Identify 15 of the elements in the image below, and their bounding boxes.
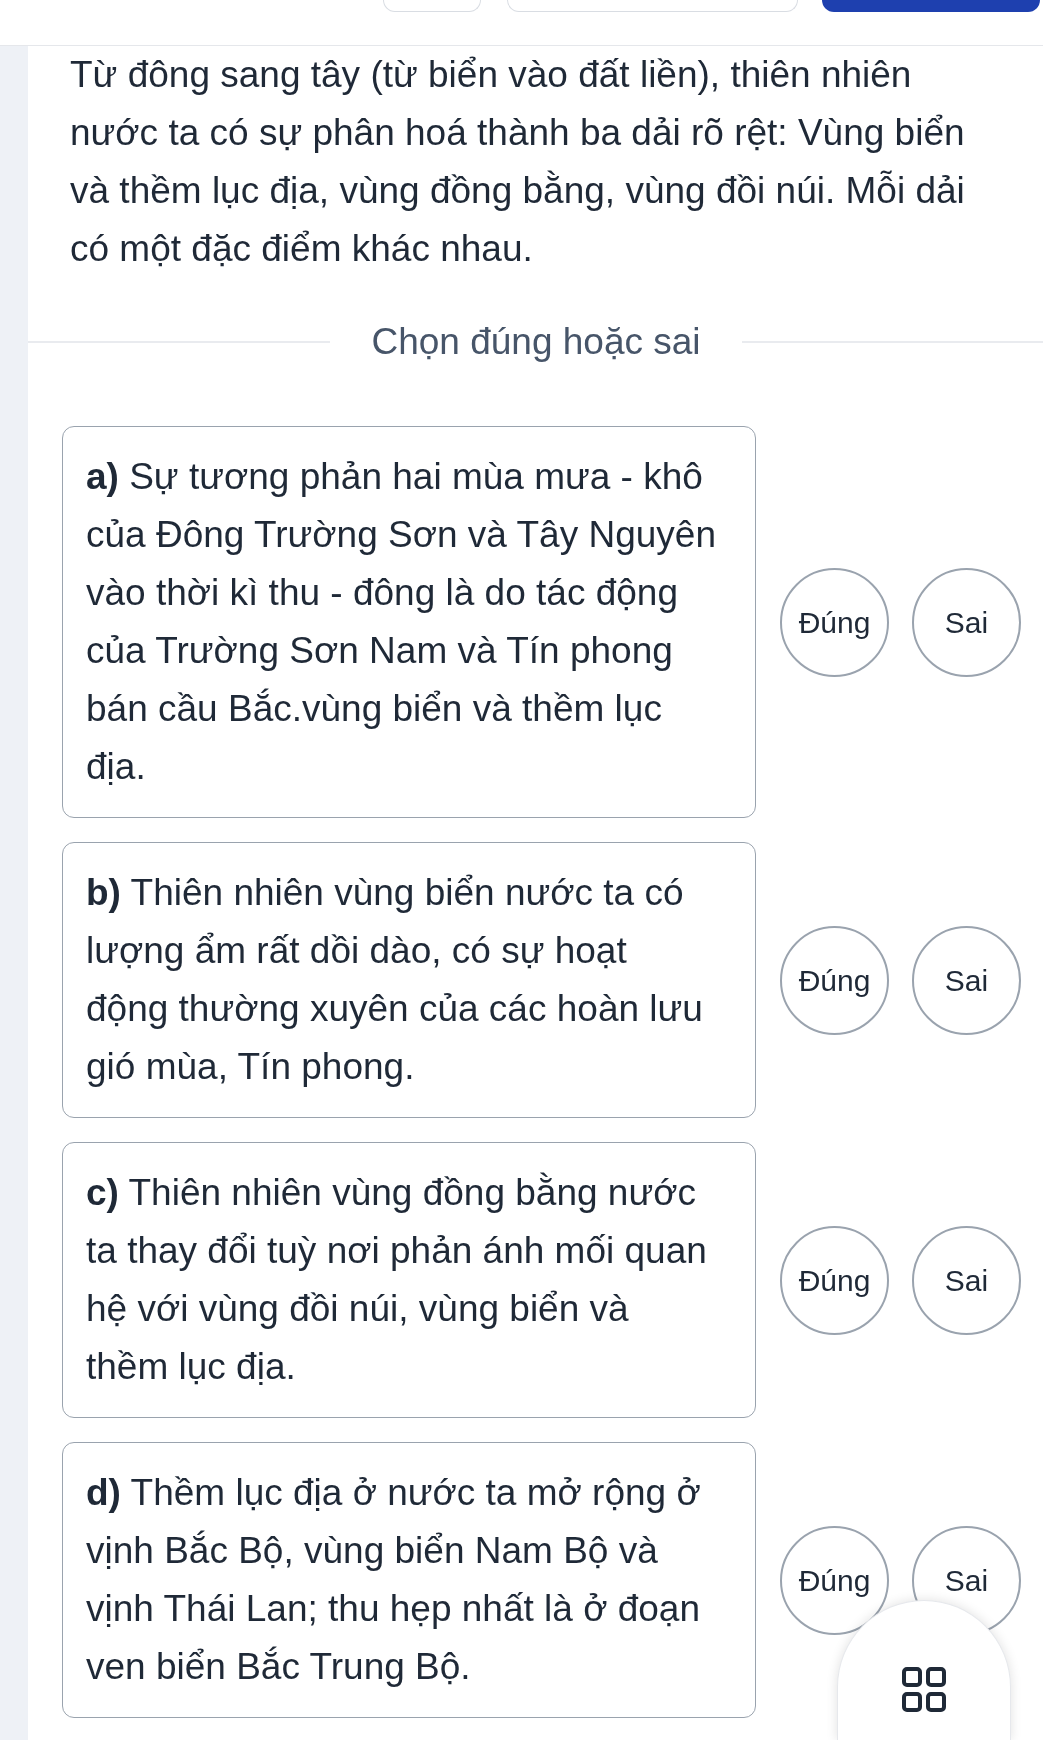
statement-text: d) Thềm lục địa ở nước ta mở rộng ở vịnh Bắc Bộ, vùng biển Nam Bộ và vịnh Thái Lan; thu hẹp nhất là ở đoạn ven biển Bắc Trung Bộ. xyxy=(86,1471,702,1689)
answer-option[interactable]: Sai xyxy=(912,925,1021,1035)
grid-icon xyxy=(902,1667,946,1712)
header-button[interactable] xyxy=(822,0,1040,12)
answer-option[interactable]: Sai xyxy=(912,1225,1021,1335)
answer-option[interactable]: Đúng xyxy=(780,1225,889,1335)
statement-text: a) Sự tương phản hai mùa mưa - khô của Đông Trường Sơn và Tây Nguyên vào thời kì thu - đông là do tác động của Trường Sơn Nam và Tín phong bán cầu Bắc.vùng biển và thềm lục địa. xyxy=(86,455,717,789)
statement-text: c) Thiên nhiên vùng đồng bằng nước ta thay đổi tuỳ nơi phản ánh mối quan hệ với vùng đồi núi, vùng biển và thềm lục địa. xyxy=(86,1171,708,1389)
answer-option[interactable]: Đúng xyxy=(780,1525,889,1635)
intro-text: Từ đông sang tây (từ biển vào đất liền), thiên nhiên nước ta có sự phân hoá thành ba dải rõ rệt: Vùng biển và thềm lục địa, vùng đồng bằng, vùng đồi núi. Mỗi dải có một đặc điểm khác nhau. xyxy=(70,53,966,271)
statement-text: b) Thiên nhiên vùng biển nước ta có lượng ẩm rất dồi dào, có sự hoạt động thường xuyên của các hoàn lưu gió mùa, Tín phong. xyxy=(86,871,704,1089)
answer-option[interactable]: Đúng xyxy=(780,925,889,1035)
section-title: Chọn đúng hoặc sai xyxy=(371,320,701,364)
answer-option[interactable]: Đúng xyxy=(780,567,889,677)
answer-option[interactable]: Sai xyxy=(912,567,1021,677)
